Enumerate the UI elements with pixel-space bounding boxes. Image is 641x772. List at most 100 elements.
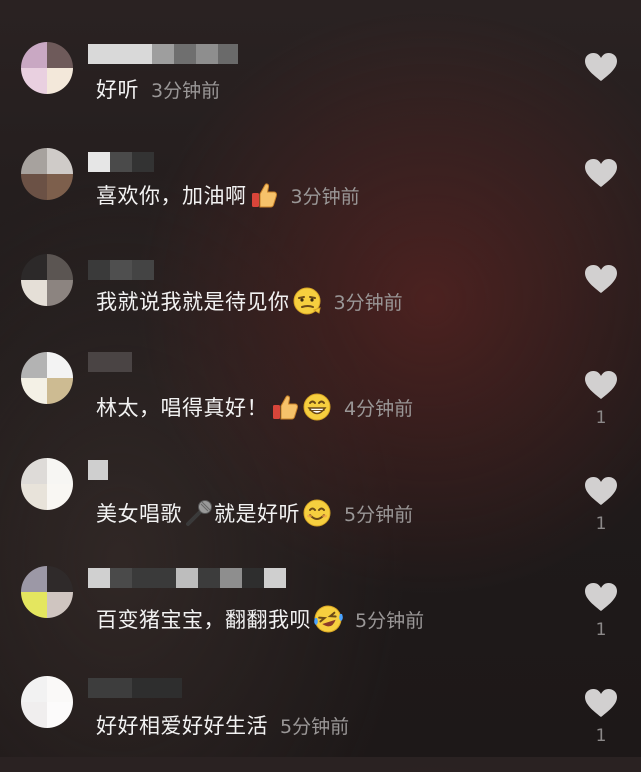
username-pixel <box>110 568 132 588</box>
laugh-cry-face-icon <box>313 604 343 634</box>
avatar-tile <box>47 174 73 200</box>
username-pixel <box>242 568 264 588</box>
comment-time: 3分钟前 <box>333 291 403 314</box>
comment-text: 好听 <box>96 78 139 102</box>
comment-list: 好听 3分钟前 喜欢你，加油啊 3分钟前 我就说我就是待见你 3分钟前 林太，唱… <box>0 0 641 757</box>
like-count: 1 <box>595 514 607 534</box>
username-pixel <box>88 678 132 698</box>
like-count: 1 <box>595 726 607 746</box>
username-blurred[interactable] <box>88 260 154 280</box>
username-pixel <box>110 152 132 172</box>
heart-icon <box>585 371 617 399</box>
username-pixel <box>88 44 130 64</box>
like-button[interactable]: 1 <box>584 582 618 640</box>
comment-time: 4分钟前 <box>344 397 414 420</box>
comment-text: 好好相爱好好生活 <box>96 714 268 738</box>
comment-item[interactable]: 美女唱歌 就是好听 5分钟前 1 <box>0 454 641 560</box>
username-pixel <box>132 568 176 588</box>
avatar[interactable] <box>21 254 73 306</box>
comment-text: 林太，唱得真好！ <box>96 396 268 420</box>
avatar-tile <box>21 592 47 618</box>
comment-item[interactable]: 好听 3分钟前 <box>0 30 641 136</box>
username-pixel <box>220 568 242 588</box>
avatar[interactable] <box>21 566 73 618</box>
username-blurred[interactable] <box>88 352 132 372</box>
avatar[interactable] <box>21 148 73 200</box>
microphone-icon <box>184 498 214 528</box>
comment-time: 3分钟前 <box>151 79 221 102</box>
comment-text-line: 我就说我就是待见你 3分钟前 <box>96 286 403 316</box>
username-pixel <box>176 568 198 588</box>
username-pixel <box>88 260 110 280</box>
username-pixel <box>132 152 154 172</box>
like-count: 1 <box>595 408 607 428</box>
username-blurred[interactable] <box>88 568 286 588</box>
avatar-tile <box>21 148 47 174</box>
comment-item[interactable]: 我就说我就是待见你 3分钟前 <box>0 242 641 348</box>
username-pixel <box>264 568 286 588</box>
heart-icon <box>585 583 617 611</box>
avatar-tile <box>21 378 47 404</box>
comment-time: 3分钟前 <box>290 185 360 208</box>
username-pixel <box>132 260 154 280</box>
smirk-face-icon <box>292 286 322 316</box>
avatar[interactable] <box>21 458 73 510</box>
like-button[interactable]: 1 <box>584 370 618 428</box>
thumbs-up-icon <box>270 392 300 422</box>
avatar[interactable] <box>21 352 73 404</box>
avatar-tile <box>47 566 73 592</box>
username-pixel <box>218 44 238 64</box>
avatar-tile <box>21 484 47 510</box>
username-pixel <box>152 44 174 64</box>
avatar-tile <box>47 592 73 618</box>
thumbs-up-icon <box>249 180 279 210</box>
like-button[interactable] <box>584 52 618 82</box>
avatar-tile <box>21 352 47 378</box>
username-pixel <box>132 678 182 698</box>
comment-text: 我就说我就是待见你 <box>96 290 290 314</box>
smile-face-icon <box>302 498 332 528</box>
like-button[interactable] <box>584 264 618 294</box>
avatar[interactable] <box>21 676 73 728</box>
comment-time: 5分钟前 <box>344 503 414 526</box>
avatar-tile <box>47 676 73 702</box>
comment-text-line: 美女唱歌 就是好听 5分钟前 <box>96 498 413 528</box>
comment-time: 5分钟前 <box>355 609 425 632</box>
username-blurred[interactable] <box>88 44 238 64</box>
avatar-tile <box>47 484 73 510</box>
username-blurred[interactable] <box>88 460 108 480</box>
heart-icon <box>585 159 617 187</box>
avatar-tile <box>47 458 73 484</box>
like-button[interactable]: 1 <box>584 688 618 746</box>
username-pixel <box>88 152 110 172</box>
avatar-tile <box>21 174 47 200</box>
grin-face-icon <box>302 392 332 422</box>
like-button[interactable]: 1 <box>584 476 618 534</box>
like-button[interactable] <box>584 158 618 188</box>
username-pixel <box>88 352 132 372</box>
avatar-tile <box>47 42 73 68</box>
username-pixel <box>130 44 152 64</box>
avatar[interactable] <box>21 42 73 94</box>
comment-item[interactable]: 好好相爱好好生活 5分钟前 1 <box>0 666 641 772</box>
comment-text-line: 喜欢你，加油啊 3分钟前 <box>96 180 360 210</box>
comment-item[interactable]: 百变猪宝宝，翻翻我呗 5分钟前 1 <box>0 560 641 666</box>
avatar-tile <box>47 702 73 728</box>
username-pixel <box>196 44 218 64</box>
comment-item[interactable]: 喜欢你，加油啊 3分钟前 <box>0 136 641 242</box>
heart-icon <box>585 689 617 717</box>
comment-item[interactable]: 林太，唱得真好！ 4分钟前 1 <box>0 348 641 454</box>
username-pixel <box>198 568 220 588</box>
heart-icon <box>585 477 617 505</box>
username-blurred[interactable] <box>88 152 154 172</box>
username-pixel <box>174 44 196 64</box>
heart-icon <box>585 53 617 81</box>
username-blurred[interactable] <box>88 678 182 698</box>
comment-text-line: 好听 3分钟前 <box>96 74 220 104</box>
comment-time: 5分钟前 <box>280 715 350 738</box>
avatar-tile <box>47 148 73 174</box>
avatar-tile <box>47 68 73 94</box>
comment-text-line: 林太，唱得真好！ 4分钟前 <box>96 392 413 422</box>
heart-icon <box>585 265 617 293</box>
comment-text-line: 百变猪宝宝，翻翻我呗 5分钟前 <box>96 604 424 634</box>
